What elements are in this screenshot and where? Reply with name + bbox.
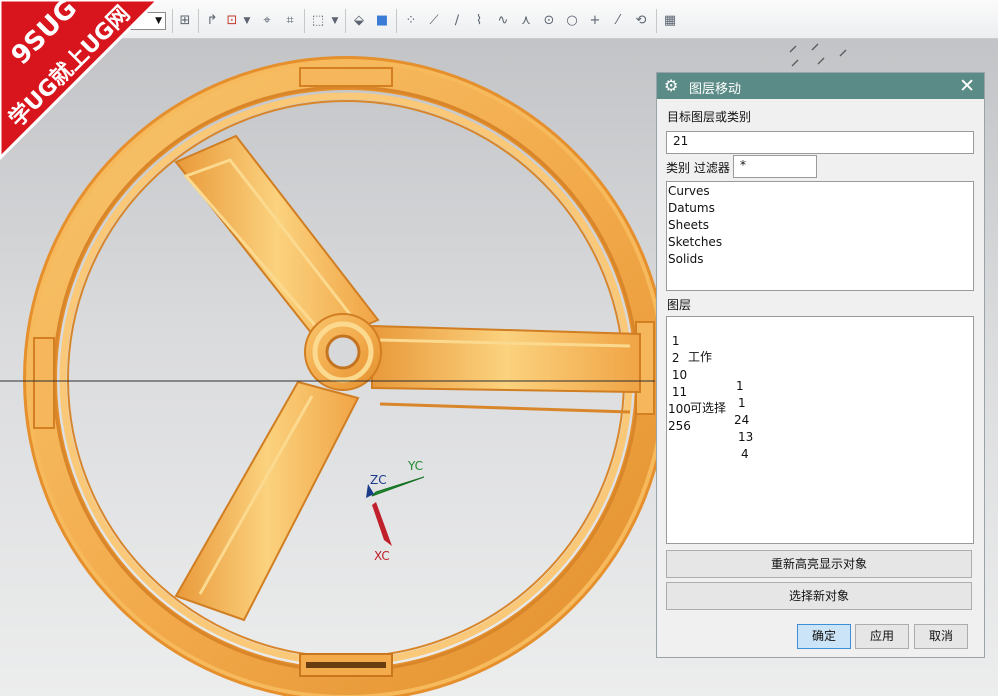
select-box-icon[interactable]: ⬚ [309,12,327,30]
line-icon[interactable]: ⁄ [609,12,627,30]
xc-label: XC [374,549,390,563]
chevron-down-icon[interactable]: ▼ [242,12,252,30]
filter-icon[interactable]: ⊡ [223,12,241,30]
cancel-button[interactable]: 取消 [914,624,968,649]
layer-row[interactable]: 1 工作 [668,320,968,364]
zc-label: ZC [370,473,387,487]
ok-button[interactable]: 确定 [797,624,851,649]
toolbar-separator [172,9,173,33]
line-icon[interactable]: ∕ [448,12,466,30]
layer-row[interactable]: 2 1 [668,337,968,393]
select-new-objects-button[interactable]: 选择新对象 [666,582,972,610]
dialog-title: 图层移动 [689,82,742,97]
curve-icon[interactable]: ⌇ [470,12,488,30]
yc-label: YC [407,459,423,473]
category-list[interactable]: Curves Datums Sheets Sketches Solids [666,181,974,291]
snap-icon[interactable]: ⌗ [281,12,299,30]
arrow-icon[interactable]: ↱ [203,12,221,30]
close-icon[interactable]: ✕ [959,74,975,98]
layer-row[interactable]: 256 4 [668,405,968,461]
layer-number: 256 [668,419,691,433]
toolbar-separator [656,9,657,33]
target-layer-label: 目标图层或类别 [667,110,752,124]
toolbar-separator [345,9,346,33]
grid-icon[interactable]: ▦ [661,12,679,30]
arc-icon[interactable]: ⋏ [517,12,535,30]
target-layer-input[interactable]: 21 [666,131,974,154]
cube-icon[interactable]: ■ [373,12,391,30]
toolbar-separator [304,9,305,33]
toolbar-separator [396,9,397,33]
category-item[interactable]: Solids [668,252,704,266]
line-icon[interactable]: ⟋ [425,12,443,30]
rehighlight-button[interactable]: 重新高亮显示对象 [666,550,972,578]
circle-icon[interactable]: ⊙ [540,12,558,30]
scatter-icon[interactable]: ⁘ [402,12,420,30]
solid-icon[interactable]: ⬙ [350,12,368,30]
category-item[interactable]: Curves [668,184,710,198]
apply-button[interactable]: 应用 [855,624,909,649]
category-item[interactable]: Sheets [668,218,709,232]
layer-row[interactable]: 10 1 [668,354,968,410]
category-filter-label: 类别 过滤器 [666,161,730,175]
layers-label: 图层 [667,298,692,312]
layer-count: 13 [738,430,754,444]
wcs-triad: ZC YC XC [366,459,425,563]
snap-icon[interactable]: ⌖ [258,12,276,30]
layer-row[interactable]: 100 13 [668,388,968,444]
category-item[interactable]: Sketches [668,235,722,249]
layer-move-dialog: ⚙ 图层移动 ✕ 目标图层或类别 21 类别 过滤器 * Curves Datu… [656,72,985,658]
toolbar-separator [198,9,199,33]
rotate-icon[interactable]: ⟲ [632,12,650,30]
plus-icon[interactable]: + [586,12,604,30]
dialog-title-bar[interactable]: ⚙ 图层移动 ✕ [657,73,984,99]
chevron-down-icon[interactable]: ▼ [330,12,340,30]
spline-icon[interactable]: ∿ [494,12,512,30]
watermark-banner: 9SUG 学UG就上UG网 [0,0,161,161]
circle-icon[interactable]: ○ [563,12,581,30]
category-item[interactable]: Datums [668,201,715,215]
layer-count: 4 [741,447,749,461]
layer-list[interactable]: 1 工作 2 1 10 1 11 可选择 24 100 13 256 4 [666,316,974,544]
gear-icon[interactable]: ⚙ [664,76,678,96]
view-triad-marks [789,43,847,67]
layer-row[interactable]: 11 可选择 24 [668,371,968,427]
point-icon[interactable]: ⊞ [176,12,194,30]
category-filter-input[interactable]: * [733,155,817,178]
